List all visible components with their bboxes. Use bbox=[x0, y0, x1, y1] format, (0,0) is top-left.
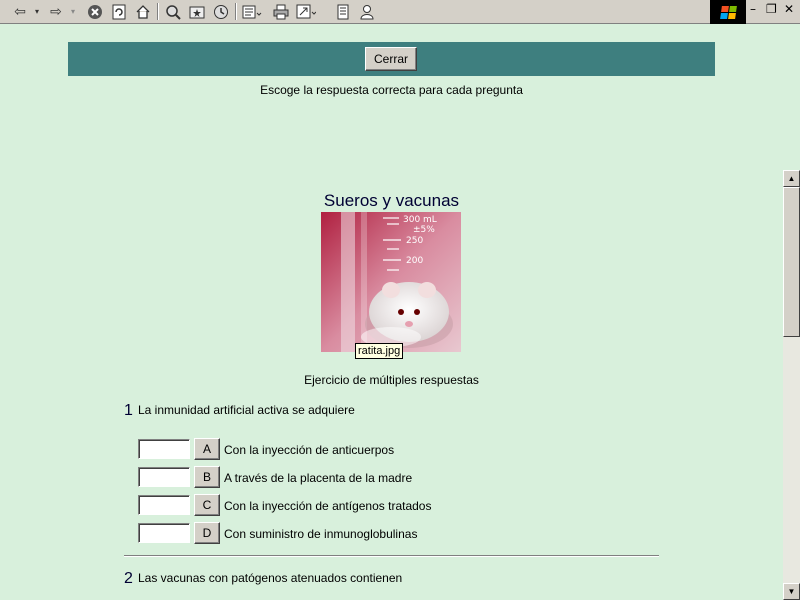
option-button-b[interactable]: B bbox=[194, 466, 220, 488]
stop-icon[interactable] bbox=[85, 3, 105, 20]
scroll-up-icon[interactable]: ▲ bbox=[783, 170, 800, 187]
instructions-text: Escoge la respuesta correcta para cada p… bbox=[260, 83, 523, 97]
forward-dropdown-icon[interactable]: ▾ bbox=[68, 3, 78, 20]
restore-button[interactable]: ❐ bbox=[766, 2, 777, 16]
print-icon[interactable] bbox=[271, 3, 291, 20]
messenger-icon[interactable] bbox=[357, 3, 377, 20]
svg-text:±5%: ±5% bbox=[413, 225, 435, 235]
favorites-icon[interactable] bbox=[187, 3, 207, 20]
question-number: 2 bbox=[124, 570, 133, 587]
exercise-subtitle: Ejercicio de múltiples respuestas bbox=[304, 373, 479, 387]
exercise-title: Sueros y vacunas bbox=[323, 191, 460, 210]
option-text-a: Con la inyección de anticuerpos bbox=[224, 443, 395, 457]
back-dropdown-icon[interactable]: ▾ bbox=[32, 3, 42, 20]
windows-logo bbox=[710, 0, 746, 24]
option-button-d[interactable]: D bbox=[194, 522, 220, 544]
question-text: La inmunidad artificial activa se adquie… bbox=[138, 403, 355, 417]
question-divider bbox=[124, 555, 659, 557]
history-icon[interactable] bbox=[211, 3, 231, 20]
option-button-c[interactable]: C bbox=[194, 494, 220, 516]
toolbar-separator bbox=[157, 3, 159, 20]
question-text: Las vacunas con patógenos atenuados cont… bbox=[138, 571, 403, 585]
answer-input-d[interactable] bbox=[138, 523, 190, 543]
question-number: 1 bbox=[124, 402, 133, 419]
svg-text:250: 250 bbox=[406, 236, 423, 246]
option-text-c: Con la inyección de antígenos tratados bbox=[224, 499, 432, 513]
forward-icon[interactable]: ⇨ bbox=[46, 3, 66, 20]
close-button[interactable]: Cerrar bbox=[365, 47, 417, 71]
fullscreen-icon[interactable] bbox=[295, 3, 317, 20]
answer-input-b[interactable] bbox=[138, 467, 190, 487]
image-tooltip: ratita.jpg bbox=[355, 343, 404, 359]
option-text-d: Con suministro de inmunoglobulinas bbox=[224, 527, 418, 541]
search-icon[interactable] bbox=[163, 3, 183, 20]
answer-input-c[interactable] bbox=[138, 495, 190, 515]
exercise-image: 300 mL ±5% 250 200 bbox=[321, 212, 461, 352]
home-icon[interactable] bbox=[133, 3, 153, 20]
refresh-icon[interactable] bbox=[109, 3, 129, 20]
scroll-down-icon[interactable]: ▼ bbox=[783, 583, 800, 600]
vertical-scrollbar[interactable]: ▲ ▼ bbox=[783, 170, 800, 600]
svg-text:200: 200 bbox=[406, 256, 423, 266]
close-window-button[interactable]: ✕ bbox=[784, 2, 794, 16]
back-icon[interactable]: ⇦ bbox=[10, 3, 30, 20]
svg-text:300 mL: 300 mL bbox=[403, 215, 437, 225]
edit-icon[interactable] bbox=[333, 3, 353, 20]
scroll-thumb[interactable] bbox=[783, 187, 800, 337]
browser-toolbar: ⇦ ▾ ⇨ ▾ – ❐ ✕ bbox=[0, 0, 800, 24]
option-button-a[interactable]: A bbox=[194, 438, 220, 460]
minimize-button[interactable]: – bbox=[750, 2, 756, 16]
option-text-b: A través de la placenta de la madre bbox=[224, 471, 413, 485]
toolbar-separator bbox=[235, 3, 237, 20]
answer-input-a[interactable] bbox=[138, 439, 190, 459]
mail-icon[interactable] bbox=[241, 3, 263, 20]
